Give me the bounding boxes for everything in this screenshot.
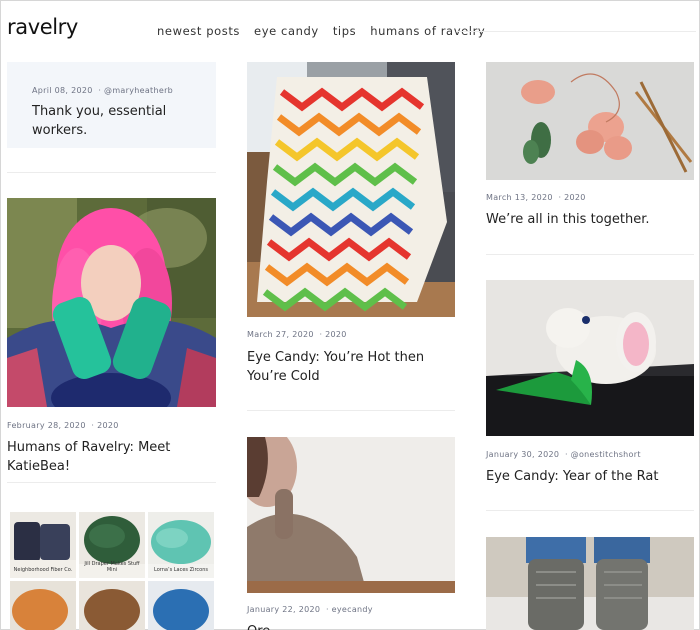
header-divider	[456, 31, 696, 32]
post-title-essential-workers[interactable]: Thank you, essential workers.	[32, 102, 212, 140]
post-title-rat[interactable]: Eye Candy: Year of the Rat	[486, 467, 694, 486]
post-title-together[interactable]: We’re all in this together.	[486, 210, 694, 229]
yarn-caption: Neighborhood Fiber Co.	[13, 567, 73, 573]
post-image-amigurumi-mouse[interactable]	[486, 280, 694, 436]
post-image-knit-socks[interactable]	[486, 537, 694, 630]
post-divider	[486, 254, 694, 255]
yarn-caption: Jill Draper Makes Stuff Mini	[84, 561, 140, 573]
post-meta: January 22, 2020 · eyecandy	[247, 605, 373, 614]
post-date: February 28, 2020	[7, 421, 86, 430]
post-divider	[486, 510, 694, 511]
post-author: eyecandy	[331, 605, 373, 614]
post-image-yarn-collage[interactable]: Neighborhood Fiber Co. Jill Draper Makes…	[10, 512, 214, 630]
ravelry-logo[interactable]: ravelry	[7, 15, 78, 39]
post-author: @onestitchshort	[570, 450, 641, 459]
yarn-thumb: Neighborhood Fiber Co.	[10, 512, 76, 578]
post-image-sweater-model[interactable]	[247, 437, 455, 593]
nav-eye-candy[interactable]: eye candy	[254, 24, 319, 38]
post-meta: March 27, 2020 · 2020	[247, 330, 347, 339]
yarn-thumb: Jill Draper Makes Stuff Mini	[79, 512, 145, 578]
post-year-tag: 2020	[325, 330, 347, 339]
post-image-yarn-needles[interactable]	[486, 62, 694, 180]
yarn-caption: Lorna’s Laces Zircons	[154, 567, 208, 573]
post-image-hot-cold-blanket[interactable]	[247, 62, 455, 317]
yarn-thumb	[10, 581, 76, 630]
nav-newest-posts[interactable]: newest posts	[157, 24, 240, 38]
site-header: ravelry newest posts eye candy tips huma…	[0, 0, 700, 60]
post-date: January 30, 2020	[486, 450, 560, 459]
yarn-thumb	[148, 581, 214, 630]
nav-tips[interactable]: tips	[333, 24, 356, 38]
post-title-jan22[interactable]: Ore…	[247, 622, 447, 630]
post-meta: March 13, 2020 · 2020	[486, 193, 586, 202]
post-title-hot-cold[interactable]: Eye Candy: You’re Hot then You’re Cold	[247, 348, 447, 386]
main-nav: newest posts eye candy tips humans of ra…	[157, 24, 485, 38]
post-date: March 27, 2020	[247, 330, 314, 339]
post-meta: January 30, 2020 · @onestitchshort	[486, 450, 641, 459]
yarn-thumb	[79, 581, 145, 630]
post-year-tag: 2020	[97, 421, 119, 430]
yarn-thumb: Lorna’s Laces Zircons	[148, 512, 214, 578]
post-date: April 08, 2020	[32, 86, 93, 95]
post-meta: February 28, 2020 · 2020	[7, 421, 119, 430]
post-year-tag: 2020	[564, 193, 586, 202]
post-image-katiebea[interactable]	[7, 198, 216, 407]
post-divider	[247, 410, 455, 411]
post-date: March 13, 2020	[486, 193, 553, 202]
post-author: @maryheatherb	[104, 86, 174, 95]
post-title-katiebea[interactable]: Humans of Ravelry: Meet KatieBea!	[7, 438, 216, 476]
post-divider	[7, 172, 216, 173]
post-divider	[7, 482, 216, 483]
post-meta: April 08, 2020 · @maryheatherb	[32, 86, 174, 95]
post-date: January 22, 2020	[247, 605, 321, 614]
